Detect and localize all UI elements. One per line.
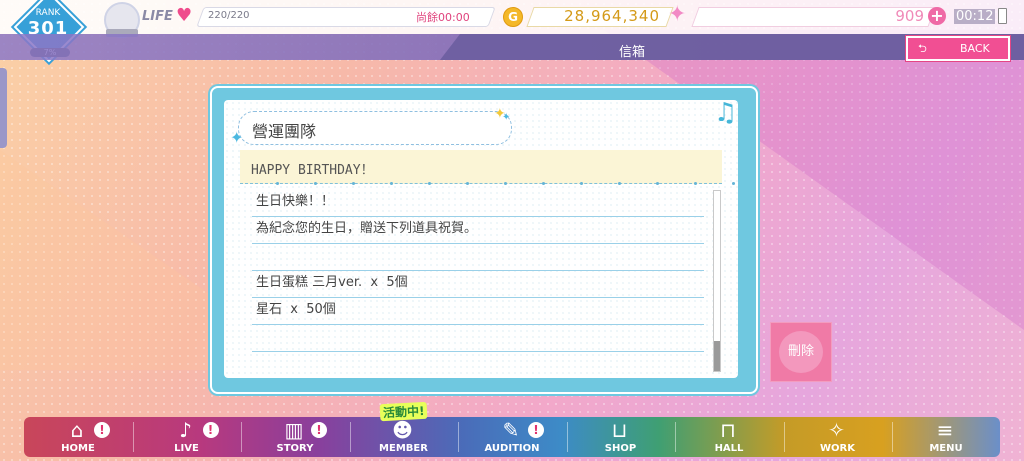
mail-line [252,325,704,352]
scrollbar-thumb[interactable] [714,341,720,371]
coin-value: 28,964,340 [564,7,660,25]
gem-value: 909 [895,7,924,25]
ruler-dot [276,182,279,185]
ruler-dot [656,182,659,185]
mail-line: 生日快樂！！ [252,190,704,217]
back-button[interactable]: ⮌ BACK [906,36,1010,61]
alert-badge-icon: ! [528,422,544,438]
home-icon: ⌂ [70,418,84,442]
delete-button[interactable]: 刪除 [770,322,832,382]
music-note-icon: ♫ [714,98,738,128]
nav-divider [458,422,459,452]
delete-label: 刪除 [779,331,823,373]
ruler-dot [428,182,431,185]
nav-label: WORK [820,443,855,454]
member-icon: ☻ [392,418,413,442]
nav-item-work[interactable]: ✧ WORK [784,417,892,457]
menu-icon: ≡ [936,418,954,442]
nav-label: HOME [61,443,95,454]
alert-badge-icon: ! [202,422,219,438]
life-value: 220/220 [208,10,250,21]
mail-sender: 營運團隊 [252,122,317,141]
nav-label: MENU [929,443,963,454]
add-gems-button[interactable]: + [928,7,946,25]
basket-icon: ⊔ [611,418,628,442]
nav-divider [892,422,893,452]
battery-icon [998,8,1007,24]
sparkle-icon: ✦ [230,128,244,147]
ruler-dot [580,182,583,185]
nav-divider [566,422,568,452]
nav-item-menu[interactable]: ≡ MENU [892,417,1000,457]
ruler-dot [618,182,621,185]
nav-label: HALL [714,443,744,454]
nav-label: STORY [276,443,314,454]
ruler-dot [390,182,393,185]
mail-line: 星石 x 50個 [252,298,704,325]
heart-icon: ♥ [176,5,193,26]
work-icon: ✧ [828,418,845,442]
nav-divider [349,422,351,452]
ruler-dot [504,182,507,185]
ruler-dot [694,182,697,185]
mail-subject: HAPPY BIRTHDAY！ [251,163,374,178]
nav-divider [783,422,785,452]
nav-divider [241,422,242,452]
event-badge: 活動中! [379,401,428,422]
book-icon: ▥ [284,418,304,442]
nav-label: AUDITION [484,443,540,454]
alert-badge-icon: ! [311,422,327,438]
nav-divider [132,422,134,452]
nav-label: LIVE [174,443,199,454]
nav-item-audition[interactable]: ✎ AUDITION! [458,417,566,457]
rank-label: RANK [35,8,61,18]
ruler-dot [542,182,545,185]
back-label: BACK [960,42,990,55]
ruler-dot [466,182,469,185]
nav-item-member[interactable]: ☻ MEMBER [350,417,458,457]
coin-icon: G [503,7,523,27]
ruler-dot [314,182,317,185]
clock: 00:12 [954,9,996,24]
nav-item-home[interactable]: ⌂ HOME! [24,417,132,457]
life-label: LIFE [142,9,173,24]
mail-scrollbar[interactable] [713,190,721,372]
back-arrow-icon: ⮌ [918,42,927,55]
music-note-icon: ♪ [179,418,192,442]
nav-item-live[interactable]: ♪ LIVE! [133,417,241,457]
sparkle-star-icon: ✦ [668,2,687,27]
hall-icon: ⊓ [720,418,736,442]
nav-divider [675,422,676,452]
ruler-dot [732,182,735,185]
life-timer: 尚餘00:00 [416,11,470,24]
mail-line: 為紀念您的生日，贈送下列道具祝賀。 [252,217,704,244]
mail-line: 生日蛋糕 三月ver. x 5個 [252,271,704,298]
nav-label: SHOP [604,443,637,454]
nav-label: MEMBER [379,443,428,454]
alert-badge-icon: ! [94,422,110,438]
sparkle-icon: ✦ [502,112,511,123]
mail-line [252,244,704,271]
nav-item-hall[interactable]: ⊓ HALL [675,417,783,457]
nav-item-story[interactable]: ▥ STORY! [241,417,349,457]
side-tab[interactable] [0,68,7,148]
ruler-dot [352,182,355,185]
page-title: 信箱 [618,45,645,60]
nav-item-shop[interactable]: ⊔ SHOP [567,417,675,457]
mail-body[interactable]: 生日快樂！！ 為紀念您的生日，贈送下列道具祝賀。 生日蛋糕 三月ver. x 5… [252,190,704,354]
audition-icon: ✎ [502,418,520,442]
